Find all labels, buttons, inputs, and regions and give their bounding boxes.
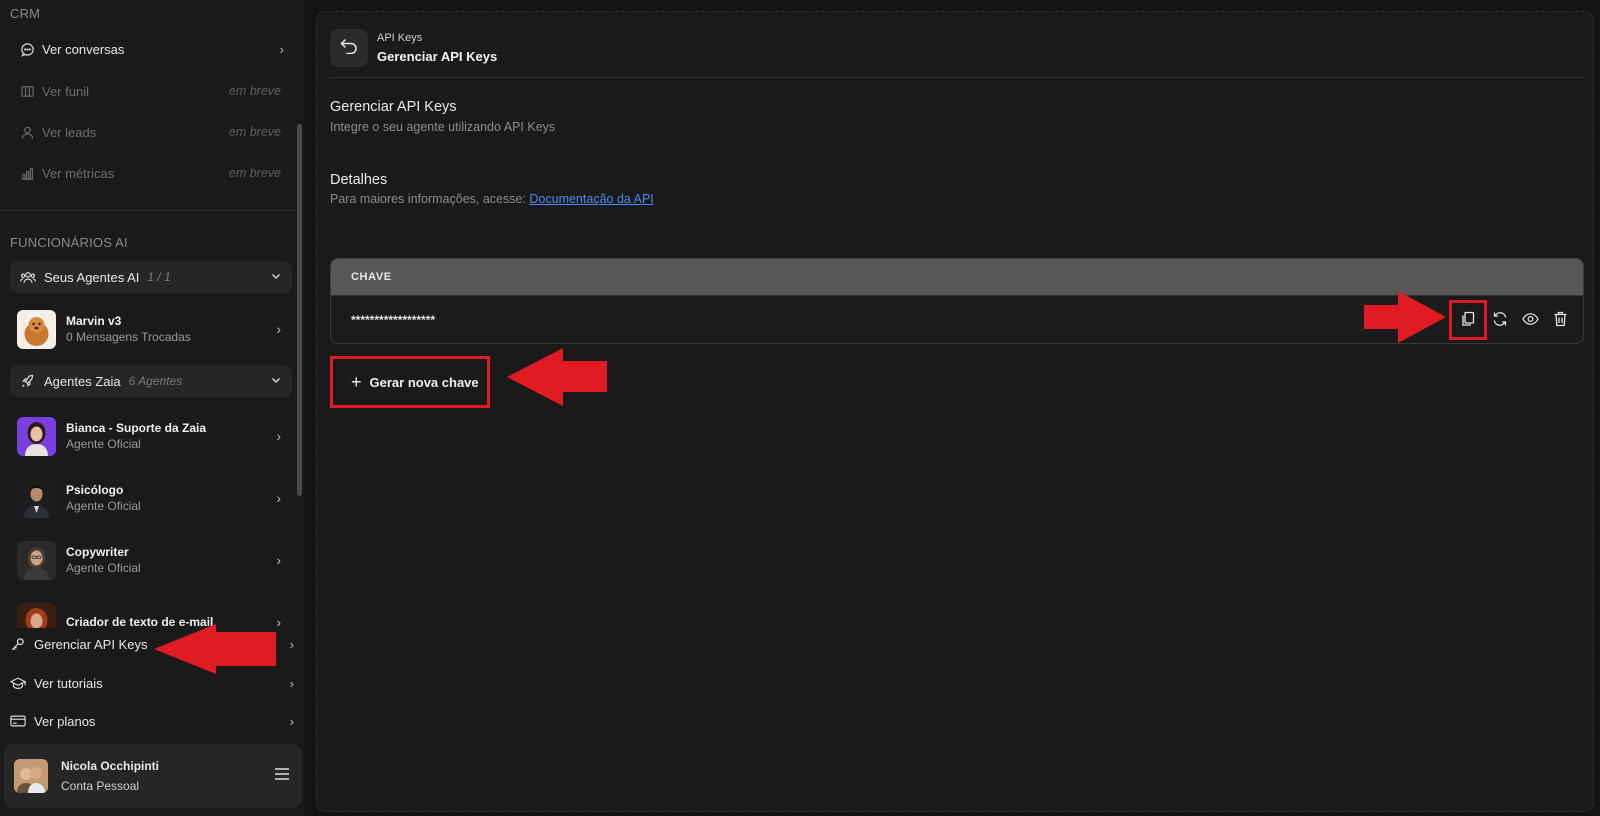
table-header: CHAVE bbox=[331, 259, 1583, 295]
section-title: Gerenciar API Keys bbox=[330, 99, 457, 115]
bar-chart-icon bbox=[18, 164, 36, 182]
agent-avatar bbox=[17, 416, 56, 456]
refresh-icon bbox=[1492, 311, 1508, 330]
sidebar-scrollbar-thumb[interactable] bbox=[297, 124, 302, 496]
agent-subtitle: 0 Mensagens Trocadas bbox=[66, 330, 191, 344]
sidebar-item-ver-conversas[interactable]: Ver conversas › bbox=[18, 35, 284, 63]
chevron-right-icon: › bbox=[289, 636, 294, 652]
coming-soon-badge: em breve bbox=[228, 125, 281, 139]
user-account-type: Conta Pessoal bbox=[61, 779, 140, 793]
sidebar-item-ver-funil: Ver funil em breve bbox=[18, 77, 284, 105]
header-divider bbox=[330, 77, 1585, 78]
agent-item-bianca[interactable]: Bianca - Suporte da Zaia Agente Oficial … bbox=[17, 415, 285, 457]
details-description: Para maiores informações, acesse: Docume… bbox=[330, 192, 654, 206]
copy-icon bbox=[1460, 311, 1476, 330]
sidebar-item-label: Ver conversas bbox=[42, 41, 125, 57]
chevron-right-icon: › bbox=[289, 713, 294, 729]
nav-item-ver-planos[interactable]: Ver planos › bbox=[10, 707, 294, 735]
sidebar-divider bbox=[0, 210, 296, 211]
annotation-arrow-api-keys bbox=[154, 624, 276, 674]
plus-icon: + bbox=[351, 372, 362, 392]
page-title: Gerenciar API Keys bbox=[377, 49, 498, 64]
row-actions bbox=[1449, 296, 1573, 343]
annotation-arrow-copy bbox=[1364, 291, 1446, 343]
chat-bubble-icon bbox=[18, 40, 36, 58]
chevron-right-icon: › bbox=[279, 41, 284, 57]
rocket-icon bbox=[20, 374, 38, 389]
user-name: Nicola Occhipinti bbox=[61, 759, 160, 773]
chevron-right-icon: › bbox=[276, 321, 281, 337]
sidebar-item-label: Ver leads bbox=[42, 124, 97, 140]
chevron-right-icon: › bbox=[276, 428, 281, 444]
sidebar-item-label: Ver métricas bbox=[42, 165, 115, 181]
back-button[interactable] bbox=[330, 29, 368, 67]
agent-item-copywriter[interactable]: Copywriter Agente Oficial › bbox=[17, 539, 285, 581]
api-documentation-link[interactable]: Documentação da API bbox=[529, 192, 653, 206]
agent-name: Psicólogo bbox=[66, 483, 124, 497]
nav-item-label: Ver planos bbox=[34, 713, 96, 729]
agent-item-psicologo[interactable]: Psicólogo Agente Oficial › bbox=[17, 477, 285, 519]
masked-api-key: ****************** bbox=[351, 312, 436, 327]
your-agents-group[interactable]: Seus Agentes AI 1 / 1 bbox=[10, 261, 292, 293]
nav-item-label: Ver tutoriais bbox=[34, 675, 103, 691]
sidebar-item-ver-metricas: Ver métricas em breve bbox=[18, 159, 284, 187]
agent-subtitle: Agente Oficial bbox=[66, 499, 141, 513]
your-agents-label: Seus Agentes AI bbox=[44, 269, 140, 285]
main-panel: API Keys Gerenciar API Keys Gerenciar AP… bbox=[316, 11, 1594, 812]
coming-soon-badge: em breve bbox=[228, 84, 281, 98]
ai-section-title: FUNCIONÁRIOS AI bbox=[10, 235, 128, 250]
agent-avatar bbox=[17, 602, 56, 628]
agent-name: Marvin v3 bbox=[66, 314, 122, 328]
agent-name: Copywriter bbox=[66, 545, 129, 559]
regenerate-key-button[interactable] bbox=[1487, 307, 1513, 333]
agent-name: Bianca - Suporte da Zaia bbox=[66, 421, 207, 435]
key-icon bbox=[10, 637, 28, 652]
user-profile-card[interactable]: Nicola Occhipinti Conta Pessoal bbox=[4, 744, 302, 808]
copy-key-button[interactable] bbox=[1449, 300, 1487, 340]
agent-avatar bbox=[17, 309, 56, 349]
agent-item-marvin[interactable]: Marvin v3 0 Mensagens Trocadas › bbox=[17, 308, 285, 350]
zaia-agents-label: Agentes Zaia bbox=[44, 373, 121, 389]
sidebar-scroll-area[interactable]: CRM Ver conversas › Ver funil em breve V… bbox=[0, 0, 296, 628]
details-title: Detalhes bbox=[330, 172, 388, 188]
user-icon bbox=[18, 123, 36, 141]
chevron-down-icon bbox=[270, 270, 282, 285]
menu-icon[interactable] bbox=[274, 767, 290, 786]
zaia-agents-group[interactable]: Agentes Zaia 6 Agentes bbox=[10, 365, 292, 397]
show-key-button[interactable] bbox=[1517, 307, 1543, 333]
chevron-right-icon: › bbox=[276, 552, 281, 568]
coming-soon-badge: em breve bbox=[228, 166, 281, 180]
crm-section-title: CRM bbox=[10, 6, 41, 21]
sidebar-item-label: Ver funil bbox=[42, 83, 89, 99]
avatar bbox=[14, 759, 48, 793]
chevron-down-icon bbox=[270, 374, 282, 389]
generate-key-label: Gerar nova chave bbox=[369, 374, 479, 390]
sidebar-item-ver-leads: Ver leads em breve bbox=[18, 118, 284, 146]
delete-key-button[interactable] bbox=[1547, 307, 1573, 333]
sidebar: CRM Ver conversas › Ver funil em breve V… bbox=[0, 0, 304, 816]
undo-arrow-icon bbox=[340, 38, 358, 59]
agent-subtitle: Agente Oficial bbox=[66, 561, 141, 575]
generate-new-key-button[interactable]: + Gerar nova chave bbox=[330, 356, 490, 408]
agent-avatar bbox=[17, 478, 56, 518]
agent-subtitle: Agente Oficial bbox=[66, 437, 141, 451]
annotation-arrow-generate bbox=[507, 348, 607, 406]
agent-avatar bbox=[17, 540, 56, 580]
chevron-right-icon: › bbox=[276, 490, 281, 506]
details-text: Para maiores informações, acesse: bbox=[330, 192, 530, 206]
breadcrumb: API Keys bbox=[377, 32, 423, 44]
graduation-cap-icon bbox=[10, 676, 28, 691]
section-description: Integre o seu agente utilizando API Keys bbox=[330, 120, 556, 134]
your-agents-count: 1 / 1 bbox=[147, 270, 171, 284]
columns-icon bbox=[18, 82, 36, 100]
chevron-right-icon: › bbox=[289, 675, 294, 691]
trash-icon bbox=[1553, 311, 1568, 330]
credit-card-icon bbox=[10, 714, 28, 728]
zaia-agents-count: 6 Agentes bbox=[128, 374, 183, 388]
eye-icon bbox=[1521, 312, 1539, 329]
column-header-chave: CHAVE bbox=[351, 271, 392, 283]
users-icon bbox=[20, 270, 38, 285]
